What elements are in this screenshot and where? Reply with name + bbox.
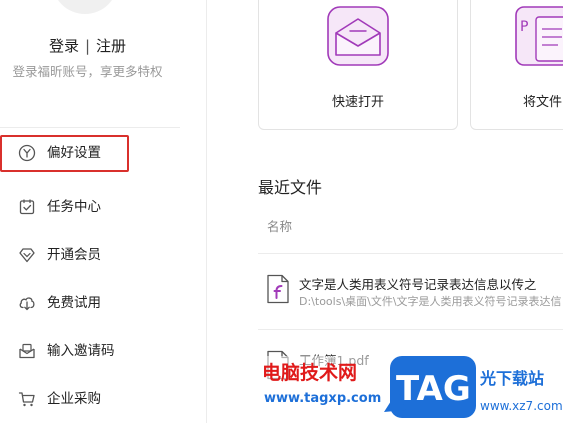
watermark-logo: TAG (396, 369, 471, 409)
membership-diamond-icon (18, 246, 36, 264)
register-link[interactable]: 注册 (96, 37, 126, 55)
convert-file-icon: P (510, 0, 563, 75)
sidebar-item-free-trial[interactable]: 免费试用 (0, 285, 180, 321)
file-name: 文字是人类用表义符号记录表达信息以传之 (299, 277, 537, 292)
watermark-brand-left: 电脑技术网 (262, 361, 357, 384)
watermark-url-right: www.xz7.com (480, 399, 563, 413)
sidebar-item-preferences[interactable]: 偏好设置 (0, 135, 129, 172)
sidebar-item-invite-code[interactable]: 输入邀请码 (0, 333, 180, 369)
sidebar-item-enterprise-purchase[interactable]: 企业采购 (0, 381, 180, 417)
sidebar-item-label: 输入邀请码 (47, 343, 115, 359)
sidebar-item-label: 任务中心 (47, 199, 101, 215)
sidebar-item-membership[interactable]: 开通会员 (0, 237, 180, 273)
recent-file-row[interactable]: 文字是人类用表义符号记录表达信息以传之 D:\tools\桌面\文件\文字是人类… (258, 274, 563, 314)
login-link[interactable]: 登录 (49, 37, 79, 55)
preferences-icon (18, 144, 36, 162)
file-path: D:\tools\桌面\文件\文字是人类用表义符号记录表达信 (299, 295, 562, 308)
envelope-open-icon (322, 0, 394, 75)
task-center-icon (18, 198, 36, 216)
card-label: 快速打开 (331, 95, 384, 110)
watermark-url-left: www.tagxp.com (264, 391, 381, 406)
sidebar-item-label: 企业采购 (47, 391, 101, 407)
sidebar-divider (0, 127, 180, 128)
quick-open-card[interactable]: 快速打开 (258, 0, 458, 130)
sidebar: 登录 | 注册 登录福昕账号，享更多特权 偏好设置 任务中心 开通会员 免费试用… (0, 0, 207, 423)
sidebar-item-task-center[interactable]: 任务中心 (0, 189, 180, 225)
convert-file-card[interactable]: P 将文件 (470, 0, 563, 130)
enterprise-purchase-icon (18, 390, 36, 408)
login-hint: 登录福昕账号，享更多特权 (12, 64, 163, 79)
header-divider (258, 253, 563, 254)
invite-code-icon (18, 342, 36, 360)
svg-text:P: P (520, 19, 528, 35)
watermark: 电脑技术网 www.tagxp.com TAG 光下载站 www.xz7.com (258, 350, 563, 423)
free-trial-download-icon (18, 294, 36, 312)
sidebar-item-label: 免费试用 (47, 295, 101, 311)
sidebar-item-label: 偏好设置 (47, 145, 101, 161)
avatar[interactable] (52, 0, 118, 14)
sidebar-item-label: 开通会员 (47, 247, 101, 263)
auth-separator: | (84, 37, 91, 55)
auth-links: 登录 | 注册 (0, 35, 175, 56)
watermark-brand-right: 光下载站 (479, 369, 544, 388)
recent-files-title: 最近文件 (258, 178, 323, 197)
card-label: 将文件 (523, 95, 563, 110)
pdf-file-icon (266, 274, 290, 308)
column-header-name[interactable]: 名称 (267, 216, 292, 235)
row-divider (258, 329, 563, 330)
